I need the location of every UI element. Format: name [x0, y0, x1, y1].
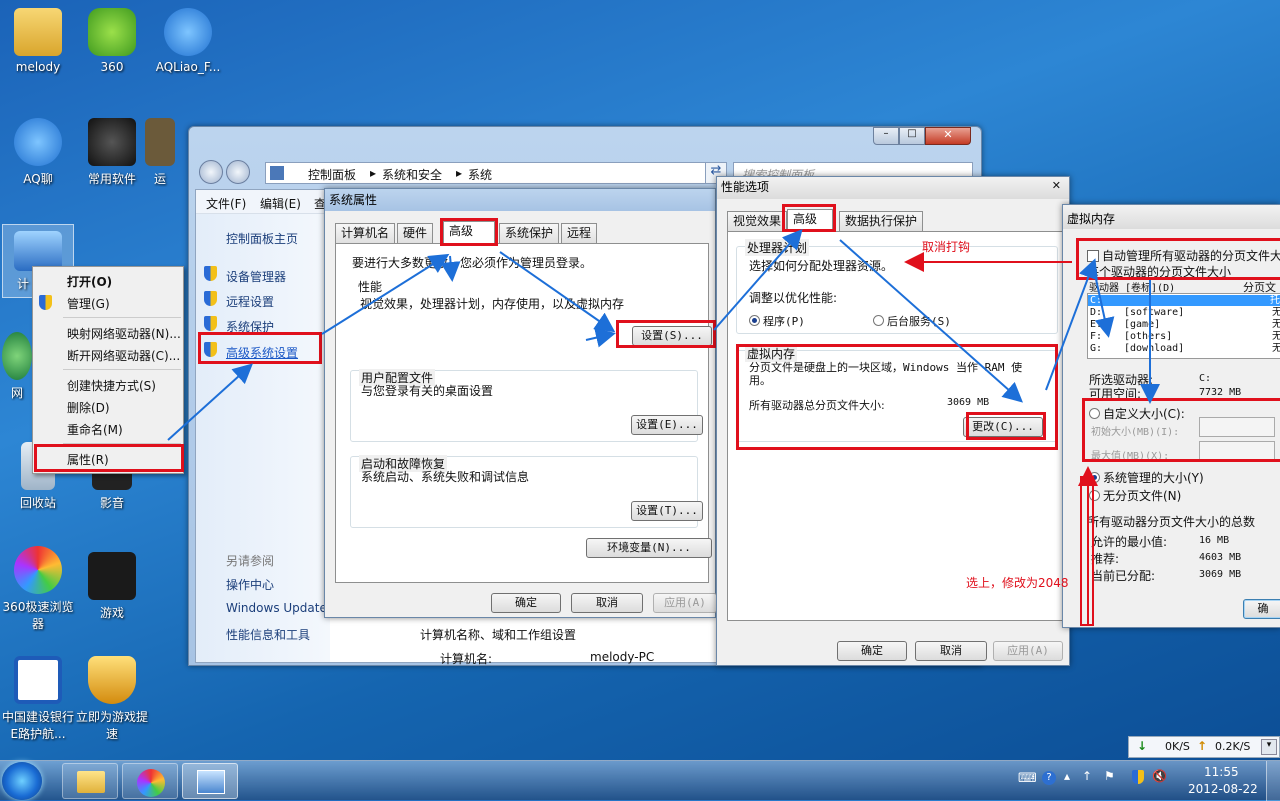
arrow — [1045, 258, 1098, 391]
show-desktop-button[interactable] — [1266, 761, 1280, 801]
arrow — [440, 255, 461, 282]
browser-icon — [137, 769, 165, 797]
control-panel-icon — [197, 770, 225, 794]
annotation-arrows — [167, 228, 1160, 624]
expand-icon[interactable]: ▾ — [1261, 739, 1277, 755]
clock-date[interactable]: 2012-08-22 — [1188, 782, 1258, 796]
folder-icon — [77, 771, 105, 793]
taskbar-explorer-button[interactable] — [62, 763, 118, 799]
taskbar-browser-button[interactable] — [122, 763, 178, 799]
show-hidden-icon[interactable]: ▴ — [1064, 769, 1070, 783]
arrow — [839, 239, 1023, 403]
arrow — [585, 327, 616, 348]
taskbar-control-panel-button[interactable] — [182, 763, 238, 799]
keyboard-icon[interactable]: ⌨ — [1018, 771, 1037, 786]
net-speed-widget: ↓ 0K/S ↑ 0.2K/S ▾ — [1128, 736, 1280, 758]
arrow — [167, 363, 253, 441]
taskbar: ⌨ ? ▴ ↑ ⚑ 🔇 11:55 2012-08-22 — [0, 760, 1280, 801]
volume-muted-icon[interactable]: 🔇 — [1152, 769, 1167, 783]
network-tray-icon[interactable]: ↑ — [1082, 769, 1092, 783]
arrow — [713, 228, 803, 331]
arrow — [1093, 269, 1115, 338]
start-button[interactable] — [2, 762, 42, 800]
help-icon[interactable]: ? — [1042, 771, 1056, 785]
download-speed: 0K/S — [1165, 740, 1190, 753]
arrow — [499, 251, 616, 333]
arrow — [321, 253, 450, 335]
upload-arrow-icon: ↑ — [1197, 739, 1208, 753]
upload-speed: 0.2K/S — [1215, 740, 1251, 753]
clock-time[interactable]: 11:55 — [1204, 765, 1239, 779]
download-arrow-icon: ↓ — [1137, 739, 1148, 753]
shield-tray-icon[interactable] — [1132, 770, 1144, 784]
flag-tray-icon[interactable]: ⚑ — [1104, 769, 1115, 783]
